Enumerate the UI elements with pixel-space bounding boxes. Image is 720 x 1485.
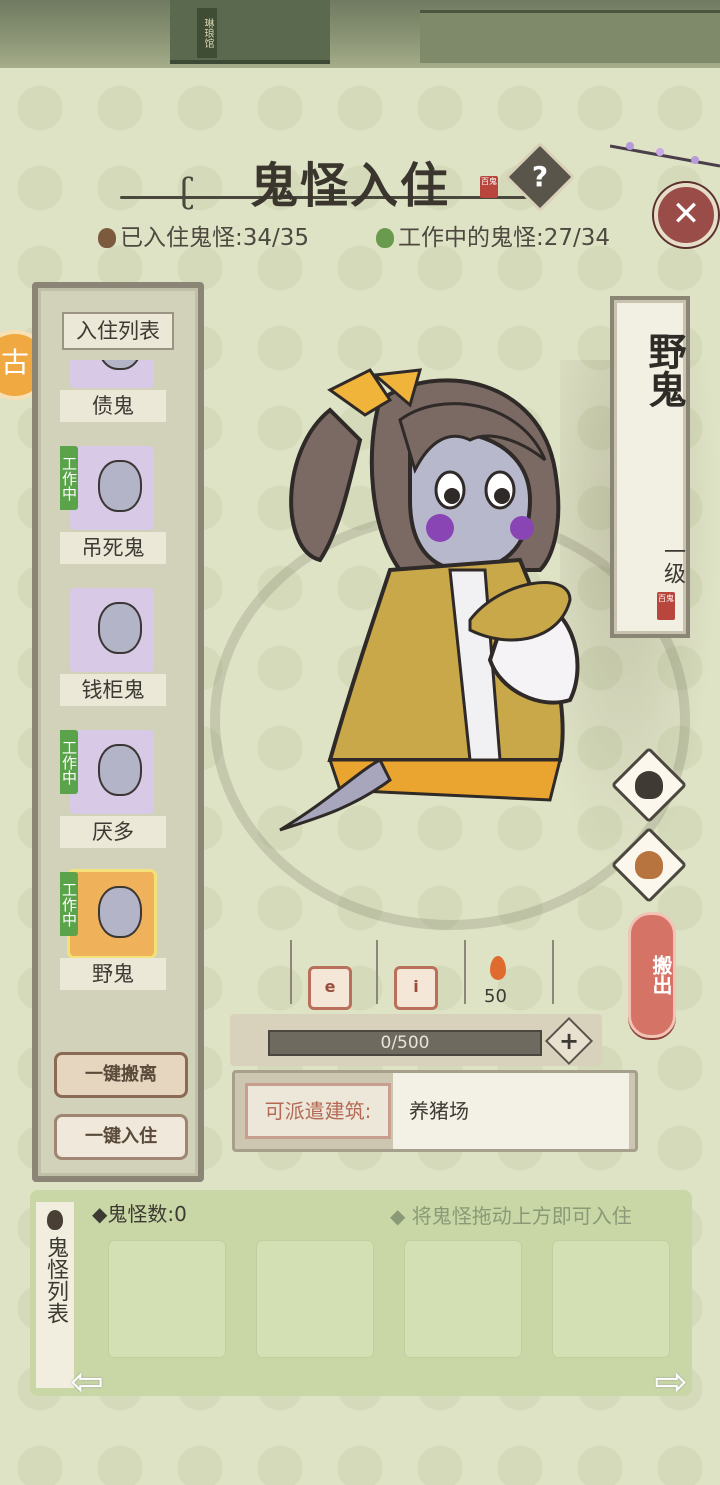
divider [290, 940, 292, 1004]
ghost-slot[interactable] [256, 1240, 374, 1358]
dispatch-label: 可派遣建筑: [245, 1083, 391, 1139]
ghost-flame-icon [47, 1210, 63, 1230]
working-badge: 工作中 [60, 446, 78, 510]
ghost-card-hanged[interactable]: 工作中 吊死鬼 [60, 446, 166, 586]
ghost-stamp: 百鬼 [657, 592, 675, 620]
ghost-list-tab[interactable]: 鬼怪列表 [36, 1202, 74, 1388]
drag-hint: ◆ 将鬼怪拖动上方即可入住 [390, 1204, 632, 1228]
info-icon[interactable]: i [394, 966, 438, 1010]
ghost-title: 野鬼 [642, 332, 687, 408]
branch-decoration-icon [610, 142, 720, 168]
divider [552, 940, 554, 1004]
title-stamp: 百鬼 [480, 176, 498, 198]
flame-icon [490, 956, 506, 980]
building-roof [170, 0, 330, 64]
experience-text: 0/500 [380, 1033, 430, 1053]
ghost-face-icon [98, 360, 142, 370]
flame-value: 50 [484, 986, 507, 1007]
resident-count: 已入住鬼怪:34/35 [98, 218, 309, 252]
assign-all-button[interactable]: 一键入住 [54, 1114, 188, 1160]
ghost-name-panel: 野鬼 一级 百鬼 [610, 296, 690, 638]
ghost-name: 吊死鬼 [60, 532, 166, 564]
ghost-count-text: 鬼怪数:0 [107, 1202, 187, 1226]
ghost-slot[interactable] [552, 1240, 670, 1358]
cloud-ornament-icon: ʗ [180, 171, 195, 211]
move-out-button[interactable]: 搬出 [628, 912, 676, 1038]
green-flame-icon [376, 228, 394, 248]
ghost-portrait [70, 872, 154, 956]
ghost-card-wild-selected[interactable]: 工作中 野鬼 [60, 872, 166, 1000]
ghost-name: 债鬼 [60, 390, 166, 422]
ghost-flame-icon [98, 228, 116, 248]
experience-bar: 0/500 [268, 1030, 542, 1056]
resident-list-title: 入住列表 [62, 312, 174, 350]
close-button[interactable]: ✕ [654, 183, 718, 247]
ghost-portrait [70, 446, 154, 530]
page-title: 鬼怪入住 [250, 158, 451, 214]
add-experience-button[interactable]: + [544, 1016, 594, 1066]
ghost-list-label: 鬼怪列表 [43, 1236, 68, 1324]
ghost-face-icon [98, 886, 142, 938]
ghost-count: ◆鬼怪数:0 [92, 1202, 187, 1226]
top-scene: 琳琅馆 [0, 0, 720, 68]
question-icon: ? [531, 160, 549, 193]
ghost-face-icon [98, 602, 142, 654]
resident-count-text: 已入住鬼怪:34/35 [120, 225, 310, 251]
ghost-slot[interactable] [108, 1240, 226, 1358]
plus-icon: + [558, 1027, 580, 1055]
ghost-portrait [70, 730, 154, 814]
experience-section: 0/500 + [230, 1014, 602, 1066]
divider [464, 940, 466, 1004]
ghost-stats-row: e i 50 [290, 940, 560, 1012]
drag-hint-text: 将鬼怪拖动上方即可入住 [411, 1204, 632, 1228]
ghost-slot[interactable] [404, 1240, 522, 1358]
building-roof-right [420, 10, 720, 63]
ghost-card-debt[interactable]: 债鬼 [60, 360, 166, 444]
ghost-portrait [70, 360, 154, 388]
working-badge: 工作中 [60, 872, 78, 936]
ghost-tray: 鬼怪列表 ◆鬼怪数:0 ◆ 将鬼怪拖动上方即可入住 [30, 1190, 692, 1396]
evict-all-button[interactable]: 一键搬离 [54, 1052, 188, 1098]
ghost-card-cashbox[interactable]: 钱柜鬼 [60, 588, 166, 728]
building-sign: 琳琅馆 [197, 8, 217, 58]
working-badge: 工作中 [60, 730, 78, 794]
next-page-arrow-icon[interactable]: ⇨ [636, 1362, 706, 1402]
ghost-level: 一级 [660, 540, 685, 584]
divider [376, 940, 378, 1004]
ghost-character-illustration [279, 368, 580, 832]
ghost-attribute-icon [635, 771, 663, 799]
ghost-face-icon [98, 460, 142, 512]
prev-page-arrow-icon[interactable]: ⇦ [52, 1362, 122, 1402]
ghost-card-yanduo[interactable]: 工作中 厌多 [60, 730, 166, 870]
ghost-name: 厌多 [60, 816, 166, 848]
dispatch-building-row: 可派遣建筑: 养猪场 [232, 1070, 638, 1152]
gift-bag-icon [635, 851, 663, 879]
ghost-portrait [70, 588, 154, 672]
working-count-text: 工作中的鬼怪:27/34 [398, 225, 611, 251]
ghost-name: 野鬼 [60, 958, 166, 990]
skill-e-icon[interactable]: e [308, 966, 352, 1010]
resident-list[interactable]: 债鬼 工作中 吊死鬼 钱柜鬼 工作中 厌多 工作中 野鬼 [60, 360, 178, 1000]
ghost-face-icon [98, 744, 142, 796]
resident-list-panel: 入住列表 债鬼 工作中 吊死鬼 钱柜鬼 工作中 厌多 工作中 野鬼 一键搬离 一… [32, 282, 204, 1182]
dispatch-building-value[interactable]: 养猪场 [393, 1073, 629, 1149]
working-count: 工作中的鬼怪:27/34 [376, 218, 610, 252]
ghost-name: 钱柜鬼 [60, 674, 166, 706]
